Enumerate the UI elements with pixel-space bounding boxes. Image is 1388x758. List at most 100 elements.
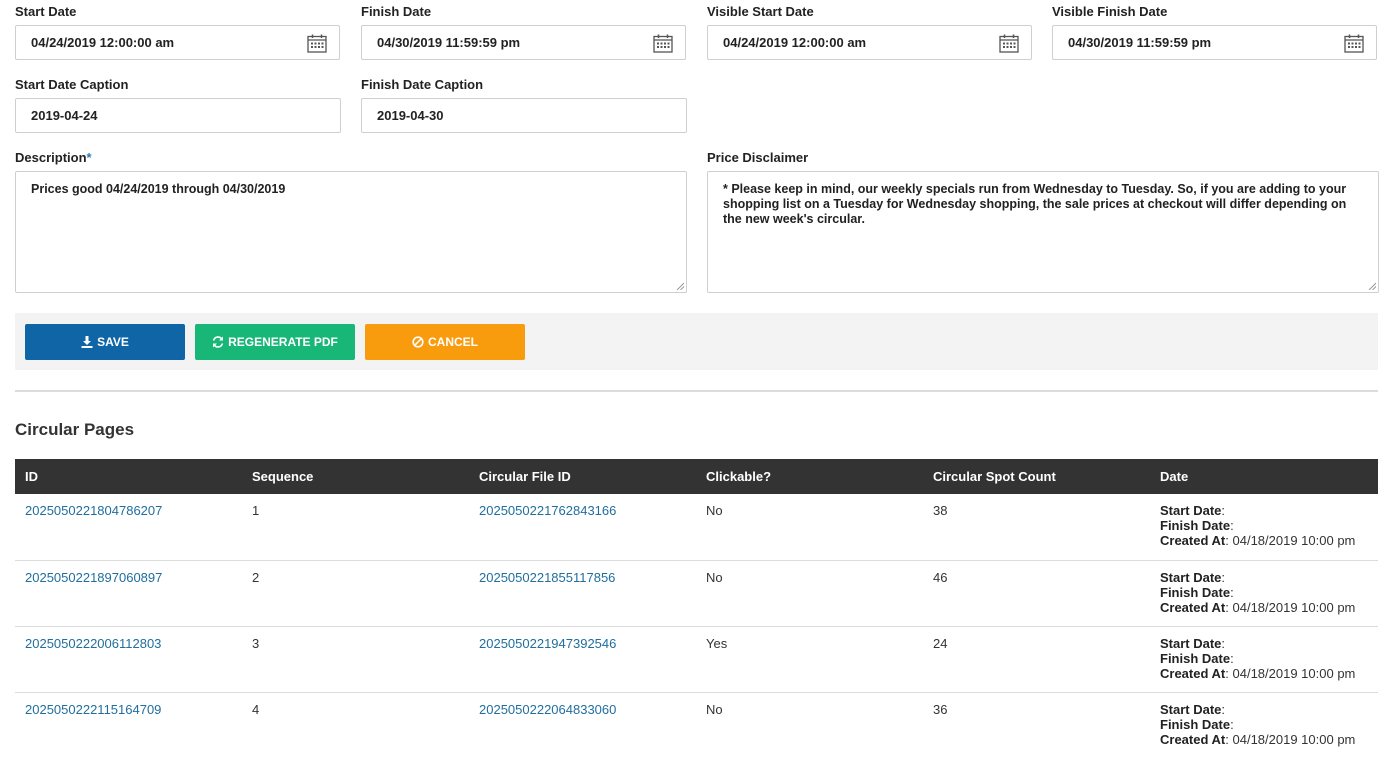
price-disclaimer-field: Price Disclaimer * Please keep in mind, … [707, 149, 1379, 293]
created-at-value: 04/18/2019 10:00 pm [1232, 731, 1356, 747]
table-row: 2025050221804786207 1 202505022176284316… [15, 494, 1378, 560]
finish-date-caption-input[interactable]: 2019-04-30 [361, 98, 687, 133]
spot-count-cell: 46 [933, 569, 948, 585]
finish-date-key: Finish Date [1160, 584, 1231, 600]
finish-date-field: Finish Date 04/30/2019 11:59:59 pm [361, 3, 686, 60]
start-date-caption-field: Start Date Caption 2019-04-24 [15, 76, 341, 133]
finish-date-caption-label: Finish Date Caption [361, 77, 484, 92]
created-at-value: 04/18/2019 10:00 pm [1232, 599, 1356, 615]
file-id-link[interactable]: 2025050221762843166 [479, 503, 616, 518]
date-cell: Start Date: Finish Date: Created At: 04/… [1160, 635, 1356, 681]
circular-pages-table: ID Sequence Circular File ID Clickable? … [15, 459, 1378, 758]
required-marker: * [86, 150, 92, 165]
visible-start-date-label: Visible Start Date [707, 4, 814, 19]
description-label: Description* [15, 149, 687, 166]
action-bar: SAVE REGENERATE PDF CANCEL [15, 313, 1378, 370]
visible-finish-date-input[interactable]: 04/30/2019 11:59:59 pm [1052, 25, 1377, 60]
calendar-icon[interactable] [653, 34, 673, 53]
page-id-link[interactable]: 2025050221897060897 [25, 570, 162, 585]
file-id-link[interactable]: 2025050221947392546 [479, 636, 616, 651]
page-id-link[interactable]: 2025050222006112803 [25, 636, 161, 651]
clickable-cell: No [706, 701, 723, 717]
finish-date-caption-field: Finish Date Caption 2019-04-30 [361, 76, 687, 133]
refresh-icon [212, 336, 224, 348]
spot-count-cell: 38 [933, 503, 948, 518]
price-disclaimer-value: * Please keep in mind, our weekly specia… [723, 182, 1347, 226]
circular-pages-title: Circular Pages [15, 420, 135, 439]
sequence-cell: 1 [252, 503, 260, 518]
calendar-icon[interactable] [999, 34, 1019, 53]
table-row: 2025050222006112803 3 202505022194739254… [15, 626, 1378, 692]
column-header-sequence[interactable]: Sequence [242, 459, 469, 494]
start-date-key: Start Date [1160, 569, 1222, 585]
description-textarea[interactable]: Prices good 04/24/2019 through 04/30/201… [15, 171, 687, 293]
visible-finish-date-value: 04/30/2019 11:59:59 pm [1068, 35, 1212, 50]
spot-count-cell: 36 [933, 701, 948, 717]
start-date-caption-input[interactable]: 2019-04-24 [15, 98, 341, 133]
finish-date-input[interactable]: 04/30/2019 11:59:59 pm [361, 25, 686, 60]
download-icon [81, 336, 93, 348]
file-id-link[interactable]: 2025050221855117856 [479, 570, 615, 585]
created-at-key: Created At [1160, 533, 1226, 548]
table-row: 2025050222115164709 4 202505022206483306… [15, 692, 1378, 758]
sequence-cell: 3 [252, 635, 260, 651]
start-date-key: Start Date [1160, 503, 1222, 518]
description-value: Prices good 04/24/2019 through 04/30/201… [31, 182, 286, 196]
start-date-field: Start Date 04/24/2019 12:00:00 am [15, 3, 340, 60]
column-header-clickable[interactable]: Clickable? [696, 459, 923, 494]
finish-date-label: Finish Date [361, 4, 432, 19]
description-field: Description* Prices good 04/24/2019 thro… [15, 149, 687, 293]
start-date-input[interactable]: 04/24/2019 12:00:00 am [15, 25, 340, 60]
save-button-label: SAVE [97, 335, 129, 349]
visible-finish-date-label: Visible Finish Date [1052, 4, 1168, 19]
cancel-button[interactable]: CANCEL [365, 324, 525, 360]
column-header-file-id[interactable]: Circular File ID [469, 459, 696, 494]
column-header-date[interactable]: Date [1150, 459, 1378, 494]
start-date-key: Start Date [1160, 635, 1222, 651]
created-at-key: Created At [1160, 731, 1226, 747]
created-at-key: Created At [1160, 665, 1226, 681]
visible-start-date-field: Visible Start Date 04/24/2019 12:00:00 a… [707, 3, 1032, 60]
visible-start-date-input[interactable]: 04/24/2019 12:00:00 am [707, 25, 1032, 60]
resize-grip-icon[interactable] [1368, 282, 1376, 290]
date-cell: Start Date: Finish Date: Created At: 04/… [1160, 569, 1356, 615]
created-at-value: 04/18/2019 10:00 pm [1232, 665, 1356, 681]
start-date-value: 04/24/2019 12:00:00 am [31, 35, 175, 50]
column-header-id[interactable]: ID [15, 459, 242, 494]
table-row: 2025050221897060897 2 202505022185511785… [15, 560, 1378, 626]
table-header-row: ID Sequence Circular File ID Clickable? … [15, 459, 1378, 494]
start-date-key: Start Date [1160, 701, 1222, 717]
calendar-icon[interactable] [1344, 34, 1364, 53]
cancel-button-label: CANCEL [428, 335, 478, 349]
save-button[interactable]: SAVE [25, 324, 185, 360]
regenerate-pdf-button[interactable]: REGENERATE PDF [195, 324, 355, 360]
spot-count-cell: 24 [933, 635, 948, 651]
description-label-text: Description [15, 150, 87, 165]
date-cell: Start Date: Finish Date: Created At: 04/… [1160, 503, 1356, 548]
clickable-cell: No [706, 569, 723, 585]
visible-finish-date-field: Visible Finish Date 04/30/2019 11:59:59 … [1052, 3, 1377, 60]
page-id-link[interactable]: 2025050221804786207 [25, 503, 162, 518]
ban-icon [412, 336, 424, 348]
column-header-spot-count[interactable]: Circular Spot Count [923, 459, 1150, 494]
sequence-cell: 4 [252, 701, 260, 717]
created-at-key: Created At [1160, 599, 1226, 615]
finish-date-key: Finish Date [1160, 716, 1231, 732]
start-date-caption-label: Start Date Caption [15, 77, 129, 92]
price-disclaimer-textarea[interactable]: * Please keep in mind, our weekly specia… [707, 171, 1379, 293]
visible-start-date-value: 04/24/2019 12:00:00 am [723, 35, 867, 50]
section-divider [15, 390, 1378, 392]
clickable-cell: Yes [706, 635, 728, 651]
finish-date-key: Finish Date [1160, 518, 1231, 533]
clickable-cell: No [706, 503, 723, 518]
price-disclaimer-label: Price Disclaimer [707, 150, 809, 165]
page-id-link[interactable]: 2025050222115164709 [25, 702, 161, 717]
finish-date-key: Finish Date [1160, 650, 1231, 666]
sequence-cell: 2 [252, 569, 260, 585]
start-date-label: Start Date [15, 4, 77, 19]
resize-grip-icon[interactable] [676, 282, 684, 290]
created-at-value: 04/18/2019 10:00 pm [1232, 533, 1356, 548]
regenerate-pdf-button-label: REGENERATE PDF [228, 335, 338, 349]
calendar-icon[interactable] [307, 34, 327, 53]
file-id-link[interactable]: 2025050222064833060 [479, 702, 616, 717]
